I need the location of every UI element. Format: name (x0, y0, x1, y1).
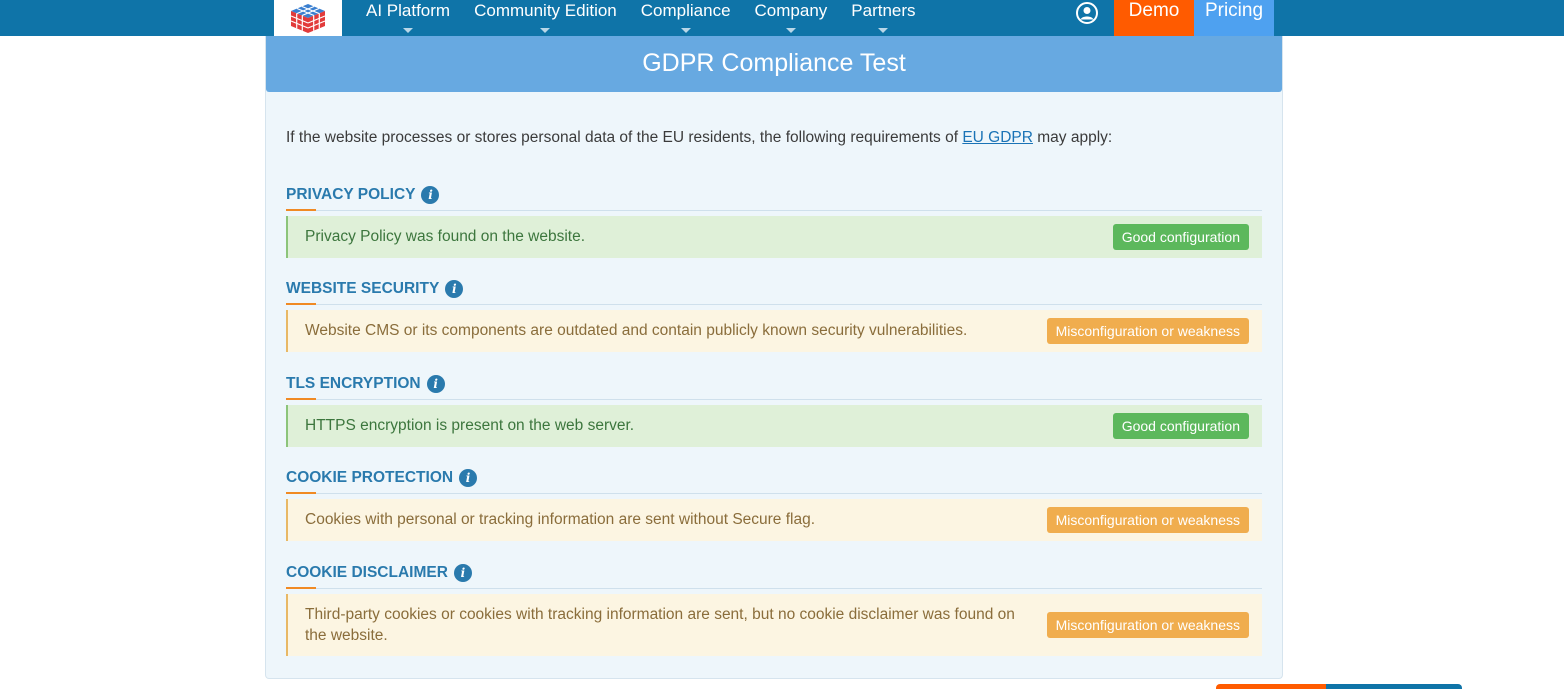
site-logo[interactable] (274, 0, 342, 36)
chevron-down-icon (540, 28, 551, 33)
result-message: Website CMS or its components are outdat… (305, 322, 968, 339)
section-title-text: COOKIE PROTECTION (286, 469, 454, 486)
cube-logo-icon (290, 4, 326, 33)
section-divider (286, 303, 1262, 305)
user-account-icon[interactable] (1075, 1, 1099, 25)
nav-item-label: AI Platform (366, 1, 451, 20)
nav-item-ai-platform[interactable]: AI Platform (354, 0, 462, 36)
section-cookie-disclaimer: COOKIE DISCLAIMER i Third-party cookies … (286, 562, 1262, 656)
section-website-security: WEBSITE SECURITY i Website CMS or its co… (286, 278, 1262, 352)
section-title-text: PRIVACY POLICY (286, 186, 416, 203)
section-title: WEBSITE SECURITY i (286, 278, 1262, 300)
gdpr-test-panel: GDPR Compliance Test If the website proc… (265, 36, 1283, 679)
section-cookie-protection: COOKIE PROTECTION i Cookies with persona… (286, 467, 1262, 541)
intro-text-after: may apply: (1032, 129, 1113, 146)
main-nav: AI Platform Community Edition Compliance… (354, 0, 928, 36)
section-accent (286, 209, 316, 211)
status-badge: Good configuration (1112, 224, 1249, 250)
section-divider (286, 209, 1262, 211)
section-title-text: TLS ENCRYPTION (286, 375, 421, 392)
nav-item-label: Company (754, 1, 828, 20)
bottom-edge-tabs (1216, 684, 1462, 689)
section-title: TLS ENCRYPTION i (286, 373, 1262, 395)
info-icon[interactable]: i (421, 186, 440, 204)
eu-gdpr-link[interactable]: EU GDPR (962, 129, 1033, 146)
panel-title: GDPR Compliance Test (266, 36, 1282, 92)
nav-item-label: Partners (851, 1, 916, 20)
chevron-down-icon (785, 28, 796, 33)
intro-text: If the website processes or stores perso… (286, 129, 1112, 147)
result-box: Website CMS or its components are outdat… (286, 310, 1262, 352)
section-divider (286, 492, 1262, 494)
info-icon[interactable]: i (426, 375, 445, 393)
section-title-text: WEBSITE SECURITY (286, 280, 440, 297)
nav-item-partners[interactable]: Partners (839, 0, 927, 36)
section-divider (286, 587, 1262, 589)
status-badge: Misconfiguration or weakness (1046, 318, 1249, 344)
nav-item-company[interactable]: Company (743, 0, 840, 36)
section-title: COOKIE DISCLAIMER i (286, 562, 1262, 584)
section-divider (286, 398, 1262, 400)
top-navigation-bar: AI Platform Community Edition Compliance… (0, 0, 1564, 36)
status-badge: Good configuration (1112, 413, 1249, 439)
result-message: Third-party cookies or cookies with trac… (305, 606, 1015, 644)
section-accent (286, 587, 316, 589)
result-message: Cookies with personal or tracking inform… (305, 511, 816, 528)
intro-text-before: If the website processes or stores perso… (286, 129, 963, 146)
section-tls-encryption: TLS ENCRYPTION i HTTPS encryption is pre… (286, 373, 1262, 447)
section-privacy-policy: PRIVACY POLICY i Privacy Policy was foun… (286, 184, 1262, 258)
section-accent (286, 398, 316, 400)
section-title: PRIVACY POLICY i (286, 184, 1262, 206)
result-box: HTTPS encryption is present on the web s… (286, 405, 1262, 447)
result-box: Privacy Policy was found on the website.… (286, 216, 1262, 258)
section-title: COOKIE PROTECTION i (286, 467, 1262, 489)
bottom-tab-orange[interactable] (1216, 684, 1326, 689)
chevron-down-icon (403, 28, 414, 33)
nav-item-community-edition[interactable]: Community Edition (462, 0, 629, 36)
result-message: Privacy Policy was found on the website. (305, 228, 585, 245)
chevron-down-icon (680, 28, 691, 33)
status-badge: Misconfiguration or weakness (1046, 507, 1249, 533)
result-box: Cookies with personal or tracking inform… (286, 499, 1262, 541)
demo-button[interactable]: Demo (1114, 0, 1194, 36)
nav-item-label: Community Edition (474, 1, 617, 20)
info-icon[interactable]: i (453, 564, 472, 582)
section-accent (286, 492, 316, 494)
nav-item-compliance[interactable]: Compliance (629, 0, 743, 36)
bottom-tab-blue[interactable] (1326, 684, 1462, 689)
status-badge: Misconfiguration or weakness (1046, 612, 1249, 638)
section-accent (286, 303, 316, 305)
result-box: Third-party cookies or cookies with trac… (286, 594, 1262, 656)
chevron-down-icon (878, 28, 889, 33)
info-icon[interactable]: i (459, 469, 478, 487)
result-message: HTTPS encryption is present on the web s… (305, 417, 635, 434)
section-title-text: COOKIE DISCLAIMER (286, 564, 448, 581)
nav-item-label: Compliance (640, 1, 731, 20)
pricing-button[interactable]: Pricing (1194, 0, 1274, 36)
info-icon[interactable]: i (445, 280, 464, 298)
